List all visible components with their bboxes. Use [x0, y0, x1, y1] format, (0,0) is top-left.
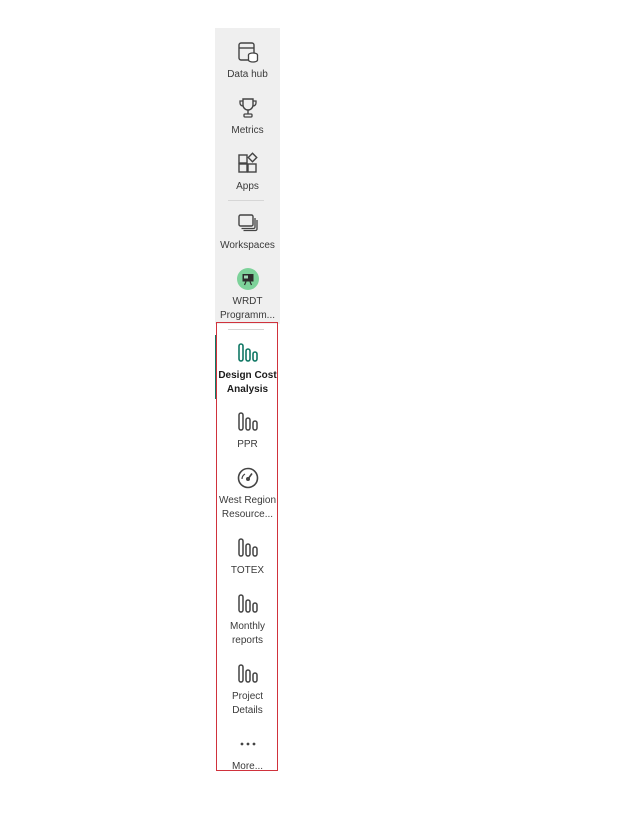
nav-item-design-cost-analysis[interactable]: Design Cost Analysis — [215, 341, 280, 397]
workspace-badge-icon — [236, 268, 259, 290]
nav-item-wrdt-workspace[interactable]: WRDT Programm... — [215, 267, 280, 323]
report-icon — [237, 412, 258, 431]
nav-item-data-hub[interactable]: Data hub — [215, 40, 280, 82]
nav-item-metrics[interactable]: Metrics — [215, 96, 280, 138]
nav-item-monthly-reports[interactable]: Monthly reports — [215, 592, 280, 648]
nav-item-project-details[interactable]: Project Details — [215, 662, 280, 718]
nav-item-workspaces[interactable]: Workspaces — [215, 211, 280, 253]
nav-label-west-region: West Region Resource... — [218, 495, 277, 520]
nav-item-ppr[interactable]: PPR — [215, 410, 280, 452]
nav-item-west-region[interactable]: West Region Resource... — [215, 466, 280, 522]
report-icon — [237, 538, 258, 557]
nav-label-ppr: PPR — [237, 439, 258, 450]
nav-label-wrdt: WRDT Programm... — [219, 296, 275, 321]
nav-divider — [228, 200, 264, 201]
nav-item-totex[interactable]: TOTEX — [215, 536, 280, 578]
report-icon — [237, 343, 258, 362]
report-icon — [237, 594, 258, 613]
nav-label-design-cost: Design Cost Analysis — [218, 370, 277, 395]
report-icon — [237, 664, 258, 683]
nav-item-apps[interactable]: Apps — [215, 152, 280, 194]
more-ellipsis-icon — [240, 742, 255, 746]
nav-label-monthly: Monthly reports — [229, 621, 265, 646]
data-hub-icon — [237, 42, 258, 63]
nav-label-metrics: Metrics — [231, 125, 264, 136]
nav-label-data-hub: Data hub — [227, 69, 268, 80]
nav-label-project-details: Project Details — [231, 691, 264, 716]
workspaces-icon — [237, 214, 258, 232]
nav-divider — [228, 329, 264, 330]
nav-label-workspaces: Workspaces — [220, 240, 275, 251]
trophy-icon — [238, 98, 257, 118]
dashboard-gauge-icon — [237, 467, 258, 489]
nav-item-more[interactable]: More... — [215, 732, 280, 774]
nav-label-more: More... — [231, 761, 264, 772]
apps-icon — [237, 152, 258, 173]
nav-label-totex: TOTEX — [230, 565, 265, 576]
nav-label-apps: Apps — [236, 181, 259, 192]
